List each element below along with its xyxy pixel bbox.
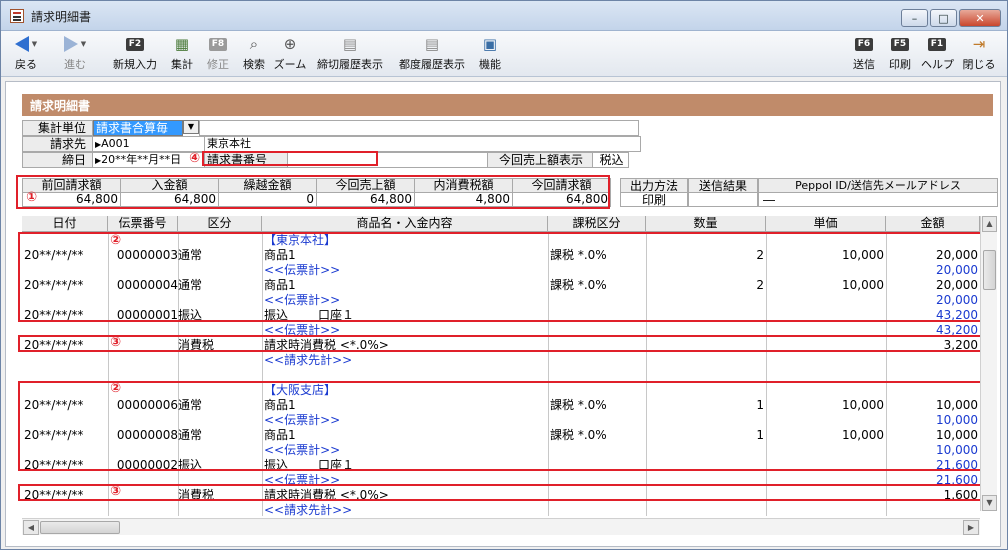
scroll-left-icon[interactable]: ◀ (23, 520, 39, 535)
history-document-icon: ▤ (342, 35, 358, 53)
dest-label: 請求先 (22, 136, 93, 152)
marker-4: ④ (189, 151, 201, 166)
dest-name: 東京本社 (205, 136, 641, 152)
column-header[interactable]: 課税区分 (548, 216, 646, 232)
function-button[interactable]: ▣ 機能 (475, 34, 505, 74)
send-button[interactable]: F6 送信 (849, 34, 879, 74)
zoom-button[interactable]: ⊕ ズーム (273, 34, 307, 74)
close-window-button[interactable]: ✕ (959, 9, 1001, 27)
app-window: 請求明細書 – □ ✕ ▼ 戻る ▼ 進む F2 新規入力 ▦ 集計 F8 修正… (0, 0, 1008, 550)
f8-key-icon: F8 (208, 37, 228, 51)
forward-arrow-icon (63, 36, 78, 52)
highlight-box-3b (18, 484, 982, 501)
output-method-label: 出力方法 (620, 178, 688, 193)
close-button[interactable]: ⇥ 閉じる (959, 34, 999, 74)
scroll-thumb[interactable] (40, 521, 120, 534)
toolbar: ▼ 戻る ▼ 進む F2 新規入力 ▦ 集計 F8 修正 ⌕ 検索 ⊕ ズーム … (1, 31, 1007, 77)
maximize-button[interactable]: □ (930, 9, 957, 27)
function-icon: ▣ (482, 35, 498, 53)
page-title: 請求明細書 (22, 94, 993, 116)
f1-key-icon: F1 (927, 37, 947, 51)
column-header[interactable]: 日付 (22, 216, 108, 232)
app-icon (10, 9, 24, 23)
display-label: 今回売上額表示 (488, 152, 593, 168)
peppol-label: Peppol ID/送信先メールアドレス (758, 178, 998, 193)
horizontal-scrollbar[interactable]: ◀ ▶ (22, 518, 980, 535)
column-header[interactable]: 単価 (766, 216, 886, 232)
column-header[interactable]: 数量 (646, 216, 766, 232)
edit-button[interactable]: F8 修正 (203, 34, 233, 74)
column-header[interactable]: 区分 (178, 216, 262, 232)
search-icon: ⌕ (249, 35, 259, 53)
chevron-down-icon[interactable]: ▼ (183, 120, 199, 134)
output-method-value: 印刷 (620, 192, 688, 207)
marker-3: ③ (110, 335, 122, 350)
scroll-down-icon[interactable]: ▼ (982, 495, 997, 511)
main-panel: 請求明細書 集計単位 請求書合算毎 ▼ 請求先 ▶A001 東京本社 締日 ▶2… (5, 81, 1001, 547)
f5-key-icon: F5 (890, 37, 910, 51)
zoom-icon: ⊕ (283, 35, 297, 53)
back-button[interactable]: ▼ 戻る (9, 34, 43, 74)
close-date-label: 締日 (22, 152, 93, 168)
help-button[interactable]: F1 ヘルプ (921, 34, 954, 74)
scroll-thumb[interactable] (983, 250, 996, 290)
grid-cell-name: <<請求先計>> (264, 503, 353, 516)
chevron-down-icon: ▼ (80, 40, 87, 48)
total-button[interactable]: ▦ 集計 (167, 34, 197, 74)
forward-button[interactable]: ▼ 進む (57, 34, 93, 74)
highlight-box-2 (18, 232, 982, 322)
search-button[interactable]: ⌕ 検索 (239, 34, 269, 74)
exit-door-icon: ⇥ (972, 35, 986, 53)
minimize-button[interactable]: – (901, 9, 928, 27)
highlight-box-3 (18, 335, 982, 352)
send-result-value (688, 192, 758, 207)
back-arrow-icon (14, 36, 29, 52)
highlight-box-1 (16, 175, 610, 209)
column-header[interactable]: 金額 (886, 216, 980, 232)
grid-cell-name: <<請求先計>> (264, 353, 353, 367)
scroll-right-icon[interactable]: ▶ (963, 520, 979, 535)
f2-key-icon: F2 (125, 37, 145, 51)
marker-1: ① (26, 190, 38, 205)
marker-3b: ③ (110, 484, 122, 499)
title-bar: 請求明細書 – □ ✕ (1, 1, 1007, 31)
closing-history-button[interactable]: ▤ 締切履歴表示 (313, 34, 387, 74)
highlight-box-4 (202, 151, 378, 166)
unit-label: 集計単位 (22, 120, 93, 136)
column-header[interactable]: 商品名・入金内容 (262, 216, 548, 232)
highlight-box-2b (18, 381, 982, 471)
window-title: 請求明細書 (31, 10, 92, 24)
f6-key-icon: F6 (854, 37, 874, 51)
each-history-button[interactable]: ▤ 都度履歴表示 (395, 34, 469, 74)
chevron-down-icon: ▼ (31, 40, 38, 48)
vertical-scrollbar[interactable]: ▲ ▼ (980, 216, 997, 511)
send-result-label: 送信結果 (688, 178, 758, 193)
unit-select[interactable]: 請求書合算毎 (93, 120, 183, 136)
scroll-up-icon[interactable]: ▲ (982, 216, 997, 232)
column-header[interactable]: 伝票番号 (108, 216, 178, 232)
grid-header: 日付 伝票番号 区分 商品名・入金内容 課税区分 数量 単価 金額 (22, 216, 980, 232)
calculator-icon: ▦ (174, 35, 190, 53)
marker-2b: ② (110, 381, 122, 396)
print-button[interactable]: F5 印刷 (885, 34, 915, 74)
dest-code-field[interactable]: ▶A001 (93, 136, 205, 152)
new-entry-button[interactable]: F2 新規入力 (109, 34, 161, 74)
display-value: 税込 (593, 152, 629, 168)
marker-2: ② (110, 233, 122, 248)
peppol-value: ― (758, 192, 998, 207)
history-document-icon: ▤ (424, 35, 440, 53)
